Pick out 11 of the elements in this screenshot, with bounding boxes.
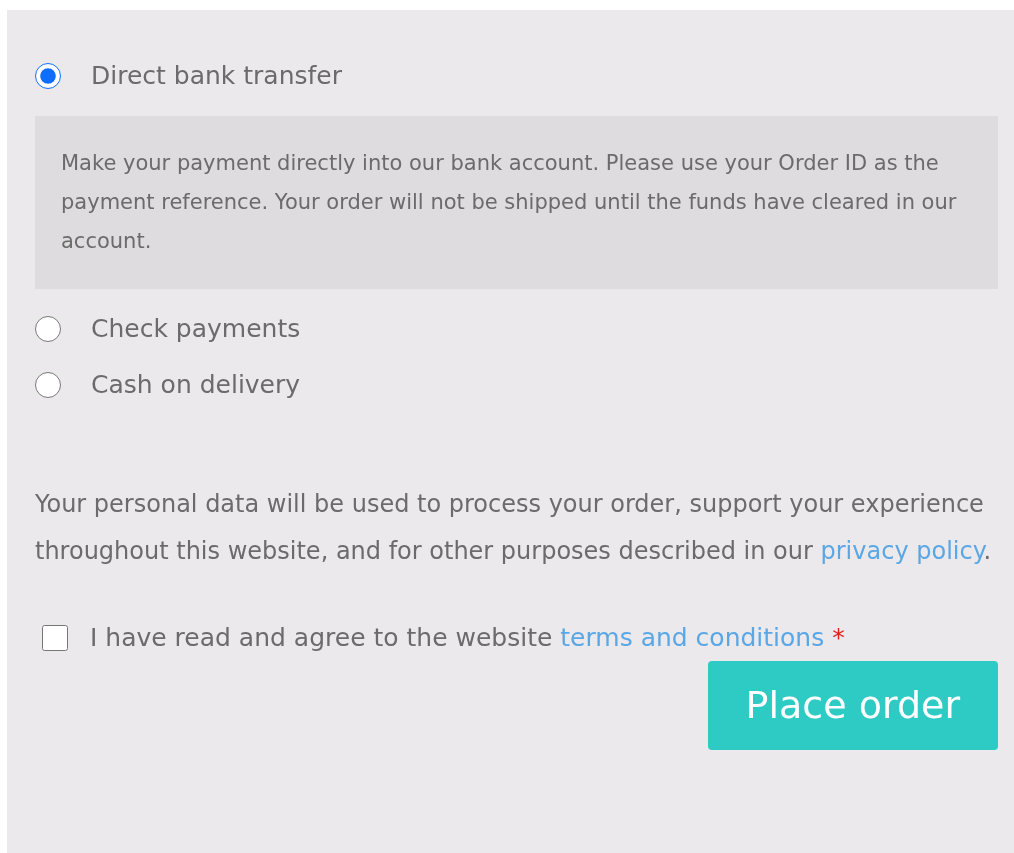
terms-checkbox[interactable] (42, 624, 68, 651)
radio-button[interactable] (35, 372, 61, 398)
payment-option-label[interactable]: Cash on delivery (91, 366, 301, 404)
payment-description: Make your payment directly into our bank account. Please use your Order ID as the payment reference. Your order will not be shipped until the funds have cleared in our account. (35, 116, 998, 289)
required-mark: * (832, 623, 845, 652)
payment-option-label[interactable]: Direct bank transfer (91, 57, 342, 95)
terms-label: I have read and agree to the website terms and conditions * (90, 622, 845, 654)
payment-option-label[interactable]: Check payments (91, 310, 301, 348)
privacy-notice: Your personal data will be used to process your order, support your experience throughout this website, and for other purposes described in our privacy policy. (35, 489, 993, 567)
radio-button[interactable] (35, 63, 61, 89)
radio-button[interactable] (35, 316, 61, 342)
